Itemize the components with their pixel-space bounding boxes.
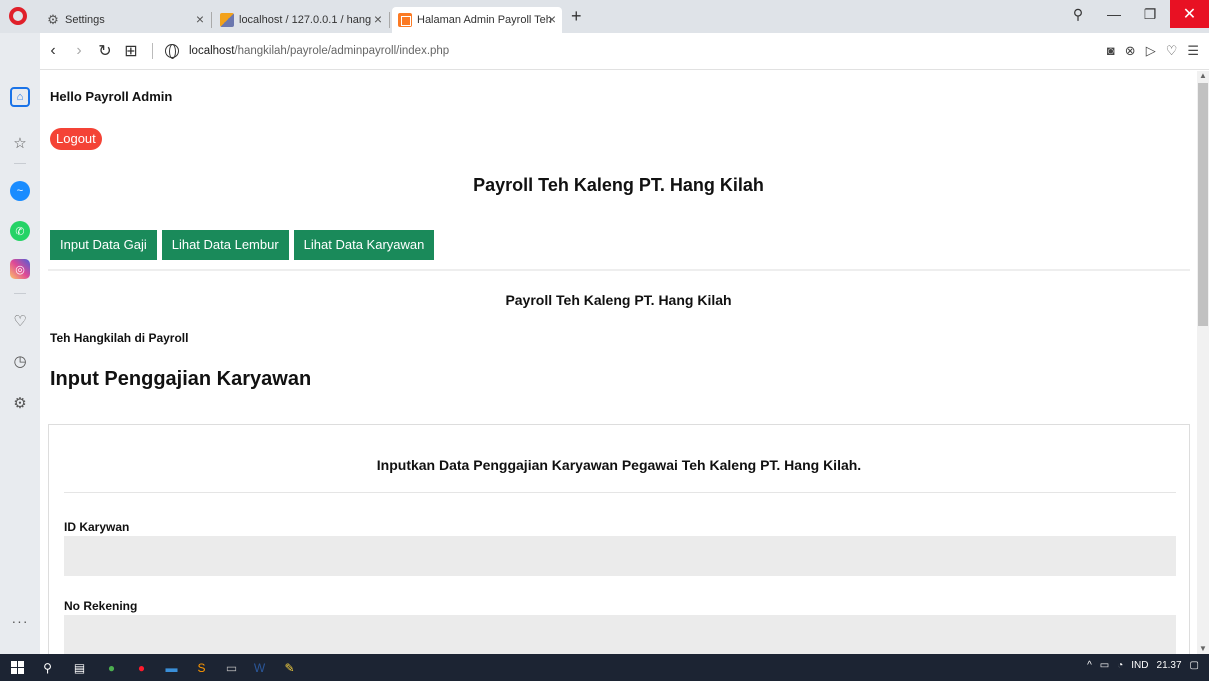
id-karyawan-label: ID Karywan (64, 520, 130, 534)
greeting: Hello Payroll Admin (50, 89, 173, 104)
url-path: /hangkilah/payrole/adminpayroll/index.ph… (234, 45, 450, 57)
divider (14, 293, 26, 294)
language-indicator[interactable]: IND (1131, 660, 1148, 671)
adblock-icon[interactable]: ⊗ (1125, 43, 1136, 59)
tab-phpmyadmin[interactable]: localhost / 127.0.0.1 / hang × (214, 7, 388, 33)
address-bar: ‹ › ↻ ⊞ localhost/hangkilah/payrole/admi… (40, 33, 1209, 70)
chrome-icon[interactable]: ● (104, 660, 119, 675)
task-view-icon[interactable]: ▤ (72, 660, 87, 675)
url-field[interactable]: localhost/hangkilah/payrole/adminpayroll… (189, 45, 449, 57)
divider (14, 163, 26, 164)
close-icon[interactable]: × (374, 11, 382, 27)
opera-icon[interactable]: ● (134, 660, 149, 675)
notepad-icon[interactable]: ✎ (282, 660, 297, 675)
clock[interactable]: 21.37 (1157, 660, 1182, 671)
close-icon[interactable]: × (196, 11, 204, 27)
forward-button[interactable]: › (66, 42, 92, 60)
windows-start-icon[interactable] (10, 660, 24, 675)
page-scrollbar[interactable]: ▲ ▼ (1197, 71, 1209, 654)
form-heading: Input Penggajian Karyawan (50, 368, 312, 390)
scroll-down-icon[interactable]: ▼ (1199, 644, 1207, 653)
payroll-form-card: Inputkan Data Penggajian Karyawan Pegawa… (48, 424, 1190, 654)
back-button[interactable]: ‹ (40, 42, 66, 60)
close-window-button[interactable]: ✕ (1170, 0, 1209, 28)
url-host: localhost (189, 45, 235, 57)
notification-icon[interactable]: ▢ (1190, 660, 1199, 671)
section-subtitle: Teh Hangkilah di Payroll (50, 331, 189, 345)
new-tab-button[interactable]: + (571, 6, 582, 27)
separator (152, 43, 153, 59)
minimize-button[interactable]: — (1096, 0, 1132, 28)
windows-taskbar: ⚲ ▤ ● ● ▬ S ▭ W ✎ ^ ▭ ◔ IND 21.37 ▢ (0, 654, 1209, 681)
id-karyawan-input[interactable] (64, 536, 1176, 576)
tab-separator (211, 12, 212, 28)
whatsapp-icon[interactable]: ✆ (10, 221, 30, 241)
scroll-thumb[interactable] (1198, 83, 1208, 326)
section-title: Payroll Teh Kaleng PT. Hang Kilah (505, 292, 732, 308)
battery-icon[interactable]: ▭ (1100, 660, 1109, 671)
instagram-icon[interactable]: ◎ (10, 259, 30, 279)
form-title: Inputkan Data Penggajian Karyawan Pegawa… (376, 457, 862, 473)
page-title: Payroll Teh Kaleng PT. Hang Kilah (473, 175, 764, 195)
more-icon[interactable]: ··· (10, 611, 30, 631)
lihat-data-karyawan-button[interactable]: Lihat Data Karyawan (293, 230, 435, 260)
browser-tab-bar: ⚙ Settings × localhost / 127.0.0.1 / han… (0, 0, 1209, 33)
speed-dial-icon[interactable]: ⊞ (118, 41, 144, 61)
tab-search-icon[interactable]: ⚲ (1060, 0, 1096, 28)
lihat-data-lembur-button[interactable]: Lihat Data Lembur (161, 230, 289, 260)
snapshot-icon[interactable]: ◙ (1107, 43, 1115, 59)
send-icon[interactable]: ▷ (1146, 43, 1156, 59)
tab-title: Settings (65, 14, 105, 26)
star-icon[interactable]: ☆ (10, 133, 30, 153)
messenger-icon[interactable]: ~ (10, 181, 30, 201)
file-explorer-icon[interactable]: ▬ (164, 660, 179, 675)
logout-button[interactable]: Logout (50, 128, 102, 150)
search-icon[interactable]: ⚲ (40, 660, 55, 675)
tab-admin-payroll[interactable]: Halaman Admin Payroll Teh × (392, 7, 562, 33)
heart-icon[interactable]: ♡ (1166, 43, 1178, 59)
opera-sidebar: ⌂ ☆ ~ ✆ ◎ ♡ ◷ ⚙ ··· (0, 33, 40, 654)
tab-separator (389, 12, 390, 28)
scroll-up-icon[interactable]: ▲ (1199, 71, 1207, 80)
divider (64, 492, 1176, 493)
tab-settings[interactable]: ⚙ Settings × (40, 7, 210, 33)
chevron-up-icon[interactable]: ^ (1087, 660, 1092, 671)
restore-button[interactable]: ❐ (1132, 0, 1168, 28)
sublime-icon[interactable]: S (194, 660, 209, 675)
xampp-icon (398, 13, 412, 27)
phpmyadmin-icon (220, 13, 234, 27)
word-icon[interactable]: W (252, 660, 267, 675)
tab-title: localhost / 127.0.0.1 / hang (239, 14, 372, 26)
globe-icon (165, 44, 179, 59)
system-tray: ^ ▭ ◔ IND 21.37 ▢ (1087, 660, 1199, 671)
wifi-icon[interactable]: ◔ (1117, 660, 1123, 671)
opera-logo-icon[interactable] (9, 7, 27, 25)
nav-button-group: Input Data Gaji Lihat Data Lembur Lihat … (50, 230, 435, 260)
page-content: Hello Payroll Admin Logout Payroll Teh K… (40, 71, 1197, 654)
close-icon[interactable]: × (548, 11, 556, 27)
divider (48, 269, 1190, 271)
reload-button[interactable]: ↻ (92, 41, 118, 61)
input-data-gaji-button[interactable]: Input Data Gaji (50, 230, 157, 260)
no-rekening-label: No Rekening (64, 599, 138, 613)
no-rekening-input[interactable] (64, 615, 1176, 654)
settings-icon[interactable]: ⚙ (10, 393, 30, 413)
gear-icon: ⚙ (47, 12, 59, 27)
easy-setup-icon[interactable]: ☰ (1187, 43, 1199, 59)
heart-icon[interactable]: ♡ (10, 311, 30, 331)
terminal-icon[interactable]: ▭ (224, 660, 239, 675)
address-bar-actions: ◙ ⊗ ▷ ♡ ☰ (1107, 43, 1199, 59)
home-icon[interactable]: ⌂ (10, 87, 30, 107)
history-icon[interactable]: ◷ (10, 351, 30, 371)
tab-title: Halaman Admin Payroll Teh (417, 14, 552, 26)
